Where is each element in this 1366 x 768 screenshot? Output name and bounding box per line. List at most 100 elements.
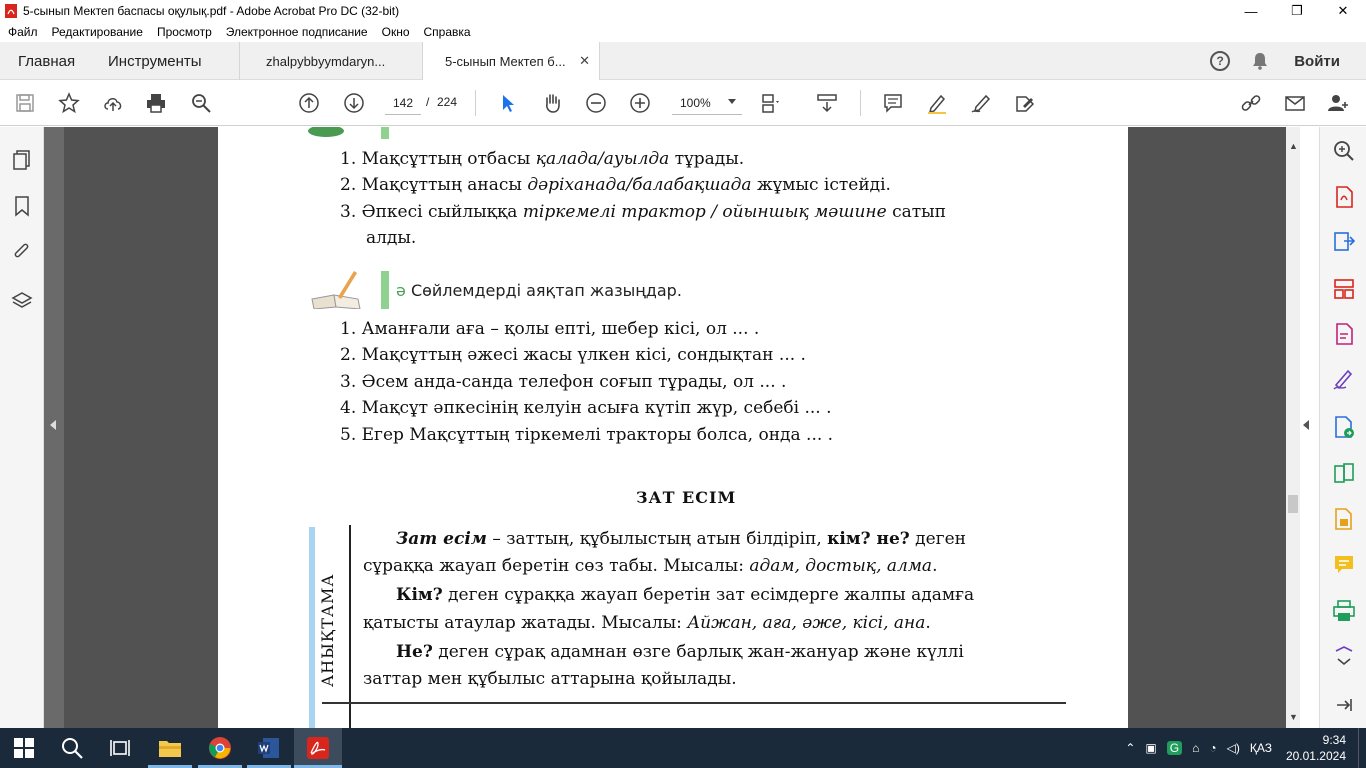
chrome-icon[interactable] bbox=[208, 736, 232, 760]
save-icon[interactable] bbox=[14, 92, 36, 114]
task-view-icon[interactable] bbox=[108, 736, 132, 760]
protect-icon[interactable] bbox=[1332, 507, 1356, 531]
doc-tab-2[interactable]: 5-сынып Мектеп б... ✕ bbox=[422, 42, 600, 80]
edit-pdf-icon[interactable] bbox=[1332, 322, 1356, 346]
collapse-left-panel-icon[interactable] bbox=[50, 420, 56, 430]
scroll-thumb[interactable] bbox=[1288, 495, 1298, 513]
wifi-icon[interactable]: ◔ bbox=[1209, 741, 1216, 755]
help-icon[interactable]: ? bbox=[1210, 51, 1231, 71]
collapse-right-panel-icon[interactable] bbox=[1303, 420, 1309, 430]
chevron-up-icon[interactable]: ⌃ bbox=[1125, 741, 1135, 755]
layers-icon[interactable] bbox=[11, 290, 33, 312]
scroll-up-icon[interactable]: ▲ bbox=[1289, 141, 1298, 151]
definition-label: АНЫҚТАМА bbox=[318, 573, 337, 687]
menu-view[interactable]: Просмотр bbox=[157, 25, 212, 39]
page-thumbnails-icon[interactable] bbox=[11, 149, 33, 171]
print-icon[interactable] bbox=[145, 92, 167, 114]
title-bar: 5-сынып Мектеп баспасы оқулық.pdf - Adob… bbox=[0, 0, 1366, 22]
bookmark-star-icon[interactable] bbox=[58, 92, 80, 114]
task-instruction: ә Сөйлемдерді аяқтап жазыңдар. bbox=[396, 281, 682, 300]
clock-time: 9:34 bbox=[1322, 733, 1346, 747]
menu-bar: Файл Редактирование Просмотр Электронное… bbox=[0, 22, 1366, 42]
clock-date: 20.01.2024 bbox=[1285, 749, 1346, 763]
attachments-icon[interactable] bbox=[11, 241, 33, 263]
menu-file[interactable]: Файл bbox=[8, 25, 38, 39]
menu-e-sign[interactable]: Электронное подписание bbox=[226, 25, 368, 39]
compare-files-icon[interactable] bbox=[1332, 461, 1356, 485]
app-tray-icon[interactable]: G bbox=[1166, 741, 1183, 755]
comment-icon[interactable] bbox=[882, 92, 904, 114]
restore-button[interactable]: ❐ bbox=[1274, 0, 1320, 22]
doc-tab-1-label: zhalpybbyymdaryn... bbox=[266, 53, 386, 69]
organize-pages-icon[interactable] bbox=[1332, 277, 1356, 301]
tab-tools[interactable]: Инструменты bbox=[108, 53, 202, 70]
search-icon[interactable] bbox=[60, 736, 84, 760]
upload-cloud-icon[interactable] bbox=[102, 92, 124, 114]
acrobat-pdf-icon bbox=[5, 4, 17, 18]
windows-start-icon[interactable] bbox=[12, 736, 36, 760]
list2-item-2: 2. Мақсұттың әжесі жасы үлкен кісі, сонд… bbox=[340, 345, 806, 365]
volume-icon[interactable]: ◁) bbox=[1227, 741, 1240, 755]
definition-line-2: сұраққа жауап беретін сөз табы. Мысалы: … bbox=[363, 556, 938, 576]
page-display-icon[interactable] bbox=[760, 92, 782, 114]
minimize-button[interactable]: — bbox=[1228, 0, 1274, 22]
fill-sign-icon[interactable] bbox=[1014, 92, 1036, 114]
zoom-in-icon[interactable] bbox=[629, 92, 651, 114]
close-tab-icon[interactable]: ✕ bbox=[579, 53, 590, 69]
scroll-mode-icon[interactable] bbox=[816, 92, 838, 114]
list2-item-3: 3. Әсем анда-санда телефон соғып тұрады,… bbox=[340, 372, 787, 392]
create-pdf-icon[interactable] bbox=[1332, 185, 1356, 209]
file-explorer-icon[interactable] bbox=[158, 736, 182, 760]
toolbar-divider bbox=[860, 90, 861, 116]
collapse-tools-icon[interactable] bbox=[1332, 693, 1356, 717]
zoom-out-icon[interactable] bbox=[585, 92, 607, 114]
clock[interactable]: 9:34 20.01.2024 bbox=[1286, 732, 1346, 764]
show-desktop-button[interactable] bbox=[1358, 728, 1366, 768]
more-tools-chevron-icon[interactable] bbox=[1332, 645, 1356, 669]
language-indicator[interactable]: ҚАЗ bbox=[1250, 741, 1272, 755]
page-number-input[interactable]: 142 bbox=[385, 91, 421, 115]
zoom-select[interactable]: 100% bbox=[672, 91, 742, 115]
tab-home[interactable]: Главная bbox=[18, 53, 75, 70]
network-icon[interactable]: ⌂ bbox=[1192, 741, 1199, 755]
scroll-down-icon[interactable]: ▼ bbox=[1289, 712, 1298, 722]
print-production-icon[interactable] bbox=[1332, 599, 1356, 623]
menu-window[interactable]: Окно bbox=[382, 25, 410, 39]
zoom-search-icon[interactable] bbox=[190, 92, 212, 114]
email-icon[interactable] bbox=[1284, 92, 1306, 114]
bookmarks-icon[interactable] bbox=[11, 195, 33, 217]
export-pdf-icon[interactable] bbox=[1332, 229, 1356, 253]
acrobat-taskbar-icon[interactable] bbox=[306, 736, 330, 760]
word-icon[interactable] bbox=[257, 736, 281, 760]
share-link-icon[interactable] bbox=[1240, 92, 1262, 114]
list1-item-1: 1. Мақсұттың отбасы қалада/ауылда тұрады… bbox=[340, 149, 745, 169]
send-for-signature-icon[interactable] bbox=[1332, 415, 1356, 439]
highlight-pen-icon[interactable] bbox=[926, 92, 948, 114]
next-page-icon[interactable] bbox=[343, 92, 365, 114]
vertical-scrollbar[interactable]: ▲ ▼ bbox=[1286, 127, 1300, 728]
left-nav-panel bbox=[0, 127, 44, 728]
prev-page-icon[interactable] bbox=[298, 92, 320, 114]
signin-button[interactable]: Войти bbox=[1294, 53, 1340, 70]
bell-icon[interactable] bbox=[1252, 52, 1268, 70]
close-window-button[interactable]: ✕ bbox=[1320, 0, 1366, 22]
chevron-down-icon bbox=[728, 99, 736, 104]
search-zoom-icon[interactable] bbox=[1332, 139, 1356, 163]
window-title: 5-сынып Мектеп баспасы оқулық.pdf - Adob… bbox=[23, 4, 400, 18]
doc-tab-1[interactable]: zhalpybbyymdaryn... bbox=[239, 42, 422, 80]
document-viewer[interactable]: 1. Мақсұттың отбасы қалада/ауылда тұрады… bbox=[44, 127, 1286, 728]
definition-line-3: Кім? деген сұраққа жауап беретін зат есі… bbox=[396, 585, 975, 605]
menu-edit[interactable]: Редактирование bbox=[52, 25, 143, 39]
fill-and-sign-icon[interactable] bbox=[1332, 367, 1356, 391]
menu-help[interactable]: Справка bbox=[424, 25, 471, 39]
add-user-icon[interactable] bbox=[1327, 92, 1349, 114]
comment-tool-icon[interactable] bbox=[1332, 553, 1356, 577]
select-arrow-icon[interactable] bbox=[497, 92, 519, 114]
doc-tab-2-label: 5-сынып Мектеп б... bbox=[445, 53, 566, 69]
hand-tool-icon[interactable] bbox=[541, 92, 563, 114]
sign-icon[interactable] bbox=[970, 92, 992, 114]
list2-item-4: 4. Мақсұт әпкесінің келуін асыға күтіп ж… bbox=[340, 398, 832, 418]
zoom-value: 100% bbox=[680, 95, 711, 110]
definition-line-5: Не? деген сұрақ адамнан өзге барлық жан-… bbox=[396, 642, 964, 662]
meet-now-icon[interactable]: ▣ bbox=[1145, 741, 1156, 755]
